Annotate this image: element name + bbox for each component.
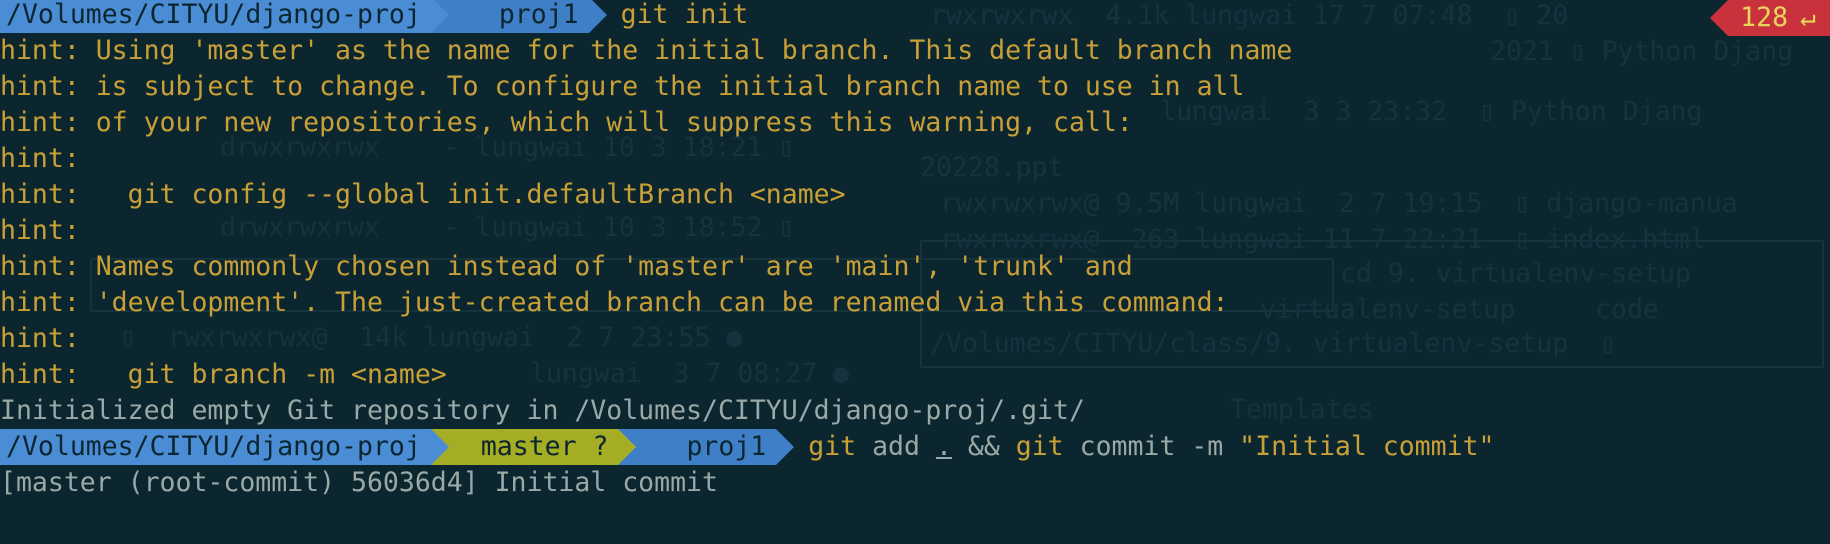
command-token: git	[808, 431, 857, 462]
prompt-path-segment: /Volumes/CITYU/django-proj	[0, 0, 431, 33]
python-icon	[646, 436, 795, 497]
hint-line: hint: 'development'. The just-created br…	[0, 287, 1229, 318]
hint-line: hint:	[0, 215, 80, 246]
command-text: git init	[620, 0, 749, 30]
hint-line: hint:	[0, 143, 80, 174]
command-input[interactable]: git add . && git commit -m "Initial comm…	[794, 429, 1494, 465]
hint-line: hint: git branch -m <name>	[0, 359, 447, 390]
prompt-line-2: /Volumes/CITYU/django-proj master ? proj…	[0, 429, 1494, 497]
python-icon	[459, 4, 607, 65]
command-token: "Initial commit"	[1239, 431, 1495, 462]
powerline-separator-icon	[430, 0, 449, 33]
prompt-path-segment: /Volumes/CITYU/django-proj	[0, 429, 431, 465]
git-branch-name: master ?	[480, 431, 609, 462]
command-token: commit -m	[1079, 431, 1224, 462]
hint-line: hint: of your new repositories, which wi…	[0, 107, 1133, 138]
prompt-venv: proj1	[498, 0, 579, 30]
hint-line: hint: Names commonly chosen instead of '…	[0, 251, 1133, 282]
command-token: &&	[967, 431, 1000, 462]
command-token: .	[935, 431, 952, 462]
exit-status-badge: 128 ↵	[1710, 0, 1830, 36]
powerline-separator-icon	[430, 429, 449, 465]
hint-line: hint: is subject to change. To configure…	[0, 71, 1245, 102]
command-token: git	[1015, 431, 1064, 462]
output-line-partial: [master (root-commit) 56036d4] Initial c…	[0, 467, 718, 498]
prompt-line-1: /Volumes/CITYU/django-proj proj1 git ini…	[0, 0, 749, 65]
hint-line: hint: git config --global init.defaultBr…	[0, 179, 846, 210]
powerline-separator-icon	[588, 0, 607, 33]
return-icon: ↵	[1800, 2, 1816, 33]
prompt-venv: proj1	[686, 431, 767, 462]
hint-line: hint: Using 'master' as the name for the…	[0, 35, 1293, 66]
prompt-venv-segment: proj1	[448, 0, 607, 65]
output-line: Initialized empty Git repository in /Vol…	[0, 395, 1085, 426]
command-token: add	[872, 431, 920, 462]
git-branch-icon	[455, 434, 596, 493]
exit-code: 128	[1740, 2, 1789, 33]
terminal-window[interactable]: rwxrwxrwx 4.1k lungwai 17 7 07:48 ▯ 20 2…	[0, 0, 1830, 498]
prompt-path: /Volumes/CITYU/django-proj	[6, 0, 421, 30]
hint-line: hint:	[0, 323, 80, 354]
prompt-venv-segment: proj1	[636, 429, 795, 497]
powerline-separator-icon	[776, 429, 795, 465]
powerline-separator-icon	[618, 429, 637, 465]
prompt-path: /Volumes/CITYU/django-proj	[6, 431, 421, 462]
prompt-git-segment: master ?	[448, 429, 619, 493]
